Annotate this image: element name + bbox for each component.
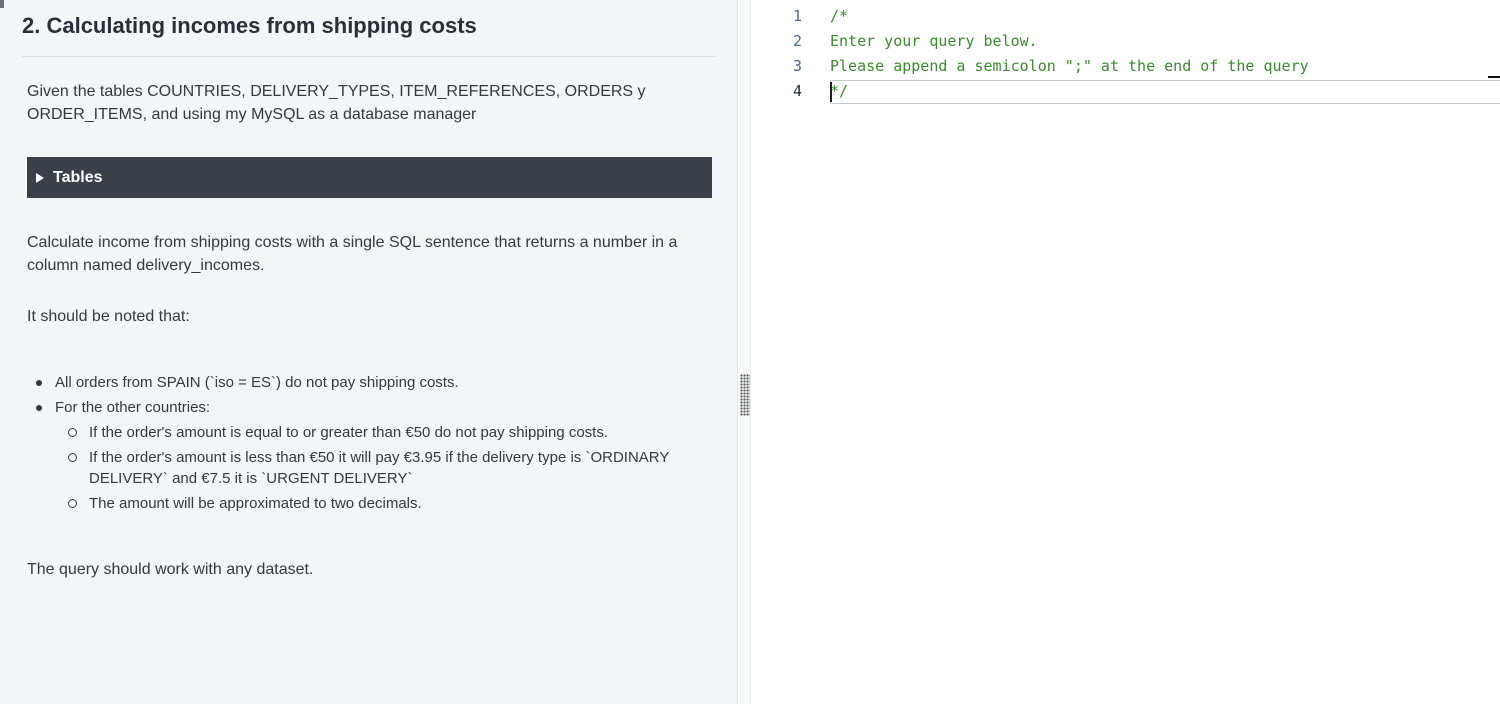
subrule-shipping-fee-text: If the order's amount is less than €50 i…: [89, 449, 670, 487]
tables-toggle-button[interactable]: Tables: [27, 157, 712, 198]
editor-line-active[interactable]: 4 */: [752, 79, 1500, 104]
subrule-free-shipping-text: If the order's amount is equal to or gre…: [89, 424, 609, 441]
pane-splitter[interactable]: [739, 0, 751, 704]
title-divider: [22, 56, 716, 57]
pane-corner-marker: [0, 0, 4, 8]
subrule-free-shipping: If the order's amount is equal to or gre…: [55, 422, 727, 443]
scrollbar-marker[interactable]: [1488, 76, 1500, 78]
code-text[interactable]: Please append a semicolon ";" at the end…: [830, 54, 1309, 79]
line-number: 3: [792, 57, 802, 75]
code-text[interactable]: */: [830, 79, 848, 104]
rule-other-countries-text: For the other countries:: [55, 399, 211, 416]
line-number: 1: [792, 7, 802, 25]
sql-editor[interactable]: 1 /* 2 Enter your query below. 3 Please …: [752, 0, 1500, 704]
line-number: 4: [792, 82, 802, 100]
rule-spain-text: All orders from SPAIN (`iso = ES`) do no…: [55, 374, 459, 391]
rule-other-countries: For the other countries: If the order's …: [27, 397, 727, 514]
rule-spain: All orders from SPAIN (`iso = ES`) do no…: [27, 372, 727, 393]
dataset-note: The query should work with any dataset.: [27, 561, 314, 578]
editor-line[interactable]: 2 Enter your query below.: [752, 29, 1500, 54]
problem-pane: 2. Calculating incomes from shipping cos…: [0, 0, 738, 704]
other-countries-sublist: If the order's amount is equal to or gre…: [55, 422, 727, 514]
notes-heading: It should be noted that:: [27, 308, 190, 325]
editor-line[interactable]: 1 /*: [752, 4, 1500, 29]
subrule-rounding-text: The amount will be approximated to two d…: [89, 495, 422, 512]
expand-triangle-icon: [36, 172, 44, 183]
line-number: 2: [792, 32, 802, 50]
text-cursor: [830, 82, 832, 102]
subrule-rounding: The amount will be approximated to two d…: [55, 493, 727, 514]
tables-toggle-label: Tables: [53, 168, 103, 186]
subrule-shipping-fee: If the order's amount is less than €50 i…: [55, 447, 727, 489]
problem-title: 2. Calculating incomes from shipping cos…: [22, 13, 477, 38]
problem-description: Given the tables COUNTRIES, DELIVERY_TYP…: [27, 83, 646, 123]
task-instruction: Calculate income from shipping costs wit…: [27, 234, 678, 274]
code-text[interactable]: /*: [830, 4, 848, 29]
editor-line[interactable]: 3 Please append a semicolon ";" at the e…: [752, 54, 1500, 79]
rules-list: All orders from SPAIN (`iso = ES`) do no…: [27, 372, 727, 518]
code-text[interactable]: Enter your query below.: [830, 29, 1038, 54]
drag-handle-icon[interactable]: [740, 374, 750, 416]
